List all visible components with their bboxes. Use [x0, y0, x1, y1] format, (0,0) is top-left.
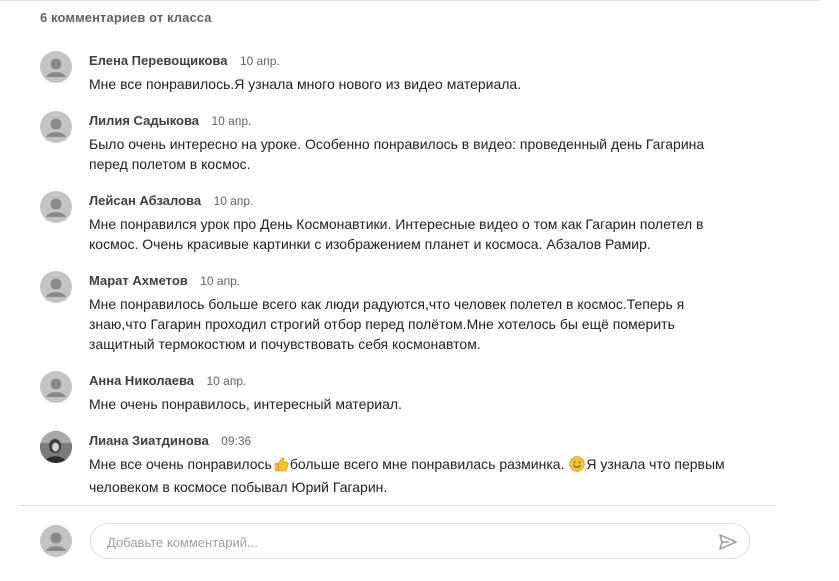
comment-author[interactable]: Елена Перевощикова — [89, 53, 227, 68]
comment-text: Мне все очень понравилось больше всего мн… — [89, 454, 769, 497]
comment-timestamp: 10 апр. — [239, 54, 280, 68]
comment-text-part: больше всего мне понравилась разминка. — [289, 456, 569, 472]
smiling-face-icon — [569, 456, 585, 477]
comment-author[interactable]: Анна Николаева — [89, 373, 194, 388]
comment-text: Мне понравился урок про День Космонавтик… — [89, 216, 704, 252]
comment-text: Мне понравилось больше всего как люди ра… — [89, 296, 685, 352]
top-divider — [0, 0, 820, 1]
comments-count-title: 6 комментариев от класса — [40, 10, 212, 25]
send-button[interactable] — [717, 531, 739, 553]
avatar[interactable] — [40, 111, 72, 143]
comment-input[interactable] — [105, 524, 699, 560]
comment-author[interactable]: Лилия Садыкова — [89, 113, 199, 128]
comment-input-container[interactable] — [90, 523, 750, 560]
comment-text-part: Мне все очень понравилось — [89, 456, 272, 472]
avatar[interactable] — [40, 271, 72, 303]
comment-timestamp: 10 апр. — [213, 194, 254, 208]
comment-timestamp: 10 апр. — [211, 114, 252, 128]
comment-author[interactable]: Лиана Зиатдинова — [89, 433, 209, 448]
avatar[interactable] — [40, 191, 72, 223]
comment-text: Было очень интересно на уроке. Особенно … — [89, 136, 705, 172]
comment-text: Мне все понравилось.Я узнала много новог… — [89, 76, 522, 92]
avatar — [40, 525, 72, 557]
thumbs-up-icon — [273, 456, 289, 477]
avatar[interactable] — [40, 371, 72, 403]
comment-author[interactable]: Лейсан Абзалова — [89, 193, 201, 208]
avatar[interactable] — [40, 51, 72, 83]
comment-timestamp: 10 апр. — [200, 274, 241, 288]
send-icon — [719, 534, 737, 550]
avatar[interactable] — [40, 431, 72, 463]
comment-timestamp: 09:36 — [221, 434, 252, 448]
comment-text: Мне очень понравилось, интересный матери… — [89, 396, 402, 412]
compose-divider — [18, 505, 776, 506]
comment-author[interactable]: Марат Ахметов — [89, 273, 188, 288]
comment-timestamp: 10 апр. — [206, 374, 247, 388]
